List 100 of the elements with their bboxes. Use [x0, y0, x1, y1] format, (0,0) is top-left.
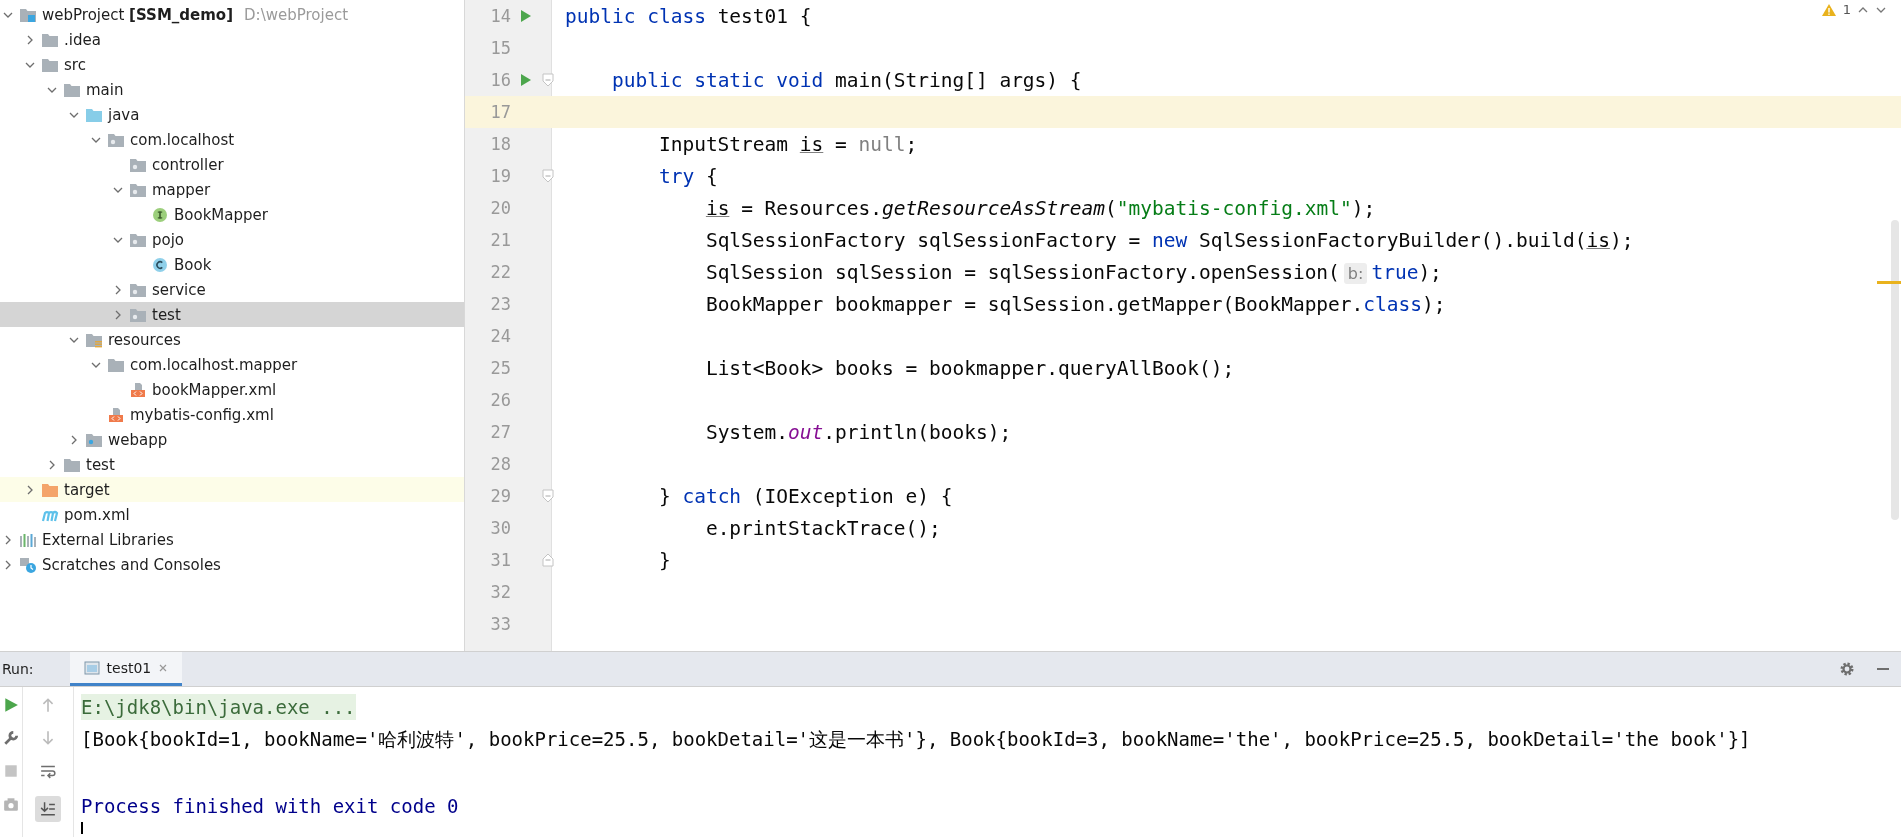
tree-item[interactable]: target	[0, 477, 464, 502]
tree-label: .idea	[64, 30, 101, 49]
tree-item[interactable]: src	[0, 52, 464, 77]
text-cursor	[81, 822, 83, 834]
console-icon	[83, 660, 100, 675]
tree-item[interactable]: test	[0, 302, 464, 327]
tree-item[interactable]: Scratches and Consoles	[0, 552, 464, 577]
code-line: SqlSessionFactory sqlSessionFactory = new SqlSessionFactoryBuilder().build(is);	[704, 228, 1634, 252]
tree-label: BookMapper	[174, 205, 268, 224]
tree-label: com.localhost	[130, 130, 235, 149]
folder-icon	[85, 106, 103, 123]
tree-label: main	[86, 80, 124, 99]
tree-label: java	[108, 105, 140, 124]
warning-count: 1	[1842, 2, 1851, 17]
line-number: 20	[489, 198, 511, 218]
tree-item[interactable]: mapper	[0, 177, 464, 202]
xml-file-icon	[107, 406, 125, 423]
tree-label: mapper	[152, 180, 211, 199]
code-line: BookMapper bookmapper = sqlSession.getMapper(BookMapper.class);	[704, 292, 1446, 316]
tree-item[interactable]: com.localhost.mapper	[0, 352, 464, 377]
folder-icon	[107, 356, 125, 373]
code-line: is = Resources.getResourceAsStream("mybatis-config.xml");	[704, 196, 1376, 220]
line-number: 29	[489, 486, 511, 506]
folder-icon	[41, 31, 59, 48]
package-icon	[129, 281, 147, 298]
line-number: 14	[489, 6, 511, 26]
run-icon[interactable]	[520, 73, 532, 87]
line-number: 32	[489, 582, 511, 602]
tree-item[interactable]: test	[0, 452, 464, 477]
package-icon	[129, 156, 147, 173]
tree-label: controller	[152, 155, 224, 174]
tree-label: src	[64, 55, 86, 74]
scroll-to-end-icon[interactable]	[35, 796, 61, 822]
folder-icon	[41, 56, 59, 73]
inspection-widget[interactable]: 1	[1820, 2, 1887, 17]
line-number: 23	[489, 294, 511, 314]
code-line: public class test01 {	[565, 4, 812, 28]
line-number: 33	[489, 614, 511, 634]
tree-item[interactable]: resources	[0, 327, 464, 352]
xml-file-icon	[129, 381, 147, 398]
run-icon[interactable]	[3, 697, 19, 713]
tree-item[interactable]: java	[0, 102, 464, 127]
tree-label: service	[152, 280, 206, 299]
tree-label: test	[152, 305, 181, 324]
folder-icon	[63, 456, 81, 473]
tree-label: test	[86, 455, 115, 474]
web-folder-icon	[85, 431, 103, 448]
tree-label: Book	[174, 255, 212, 274]
line-number: 31	[489, 550, 511, 570]
tree-item[interactable]: com.localhost	[0, 127, 464, 152]
resources-folder-icon	[85, 331, 103, 348]
folder-icon	[41, 481, 59, 498]
tree-label: mybatis-config.xml	[130, 405, 274, 424]
tree-item[interactable]: Book	[0, 252, 464, 277]
code-line: try {	[657, 164, 718, 188]
warning-marker[interactable]	[1877, 281, 1901, 284]
tree-label: webProject [SSM_demo]	[42, 5, 234, 24]
tree-item[interactable]: webapp	[0, 427, 464, 452]
scrollbar-thumb[interactable]	[1891, 220, 1899, 520]
tree-item[interactable]: mybatis-config.xml	[0, 402, 464, 427]
line-number: 17	[489, 102, 511, 122]
tree-label: resources	[108, 330, 181, 349]
line-number: 21	[489, 230, 511, 250]
tree-item[interactable]: .idea	[0, 27, 464, 52]
scratches-icon	[19, 556, 37, 573]
tree-item[interactable]: webProject [SSM_demo] D:\webProject	[0, 2, 464, 27]
tree-item[interactable]: main	[0, 77, 464, 102]
tree-item[interactable]: pom.xml	[0, 502, 464, 527]
tree-label: com.localhost.mapper	[130, 355, 298, 374]
package-icon	[129, 181, 147, 198]
project-icon	[19, 6, 37, 23]
panel-title: Run:	[1, 661, 34, 677]
tree-item[interactable]: controller	[0, 152, 464, 177]
tree-item[interactable]: bookMapper.xml	[0, 377, 464, 402]
run-tab[interactable]: test01	[69, 652, 183, 686]
settings-icon[interactable]	[1839, 661, 1855, 677]
line-number: 24	[489, 326, 511, 346]
close-icon[interactable]	[158, 662, 169, 673]
tree-item[interactable]: BookMapper	[0, 202, 464, 227]
tree-item[interactable]: External Libraries	[0, 527, 464, 552]
line-number: 28	[489, 454, 511, 474]
project-path: D:\webProject	[244, 5, 349, 24]
libraries-icon	[19, 531, 37, 548]
package-icon	[107, 131, 125, 148]
tree-label: bookMapper.xml	[152, 380, 277, 399]
line-number: 25	[489, 358, 511, 378]
line-number: 22	[489, 262, 511, 282]
code-line: } catch (IOException e) {	[657, 484, 953, 508]
run-icon[interactable]	[520, 9, 532, 23]
package-icon	[129, 306, 147, 323]
line-number: 18	[489, 134, 511, 154]
tree-item[interactable]: pojo	[0, 227, 464, 252]
soft-wrap-icon[interactable]	[40, 763, 56, 779]
interface-icon	[151, 206, 169, 223]
wrench-icon[interactable]	[3, 730, 19, 746]
tree-label: target	[64, 480, 110, 499]
tree-label: pom.xml	[64, 505, 130, 524]
line-number: 16	[489, 70, 511, 90]
tree-item[interactable]: service	[0, 277, 464, 302]
code-line: List<Book> books = bookmapper.queryAllBook();	[704, 356, 1235, 380]
